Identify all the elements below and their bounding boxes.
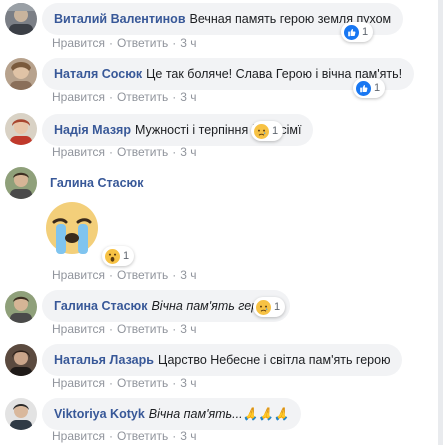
separator-dot: ·	[108, 268, 113, 282]
reply-link[interactable]: Ответить	[117, 90, 168, 104]
comment-author[interactable]: Наталья Лазарь	[54, 353, 154, 367]
sad-icon	[254, 123, 269, 139]
timestamp-link[interactable]: 3 ч	[180, 145, 196, 159]
comment-author[interactable]: Галина Стасюк	[54, 299, 147, 313]
timestamp-link[interactable]: 3 ч	[180, 429, 196, 443]
reaction-count: 1	[374, 82, 381, 94]
sad-icon	[256, 299, 271, 315]
timestamp-link[interactable]: 3 ч	[180, 90, 196, 104]
reaction-count: 1	[274, 301, 281, 313]
timestamp-link[interactable]: 3 ч	[180, 268, 196, 282]
avatar[interactable]	[5, 58, 37, 90]
reaction-badge[interactable]: 1	[253, 297, 286, 317]
reply-link[interactable]: Ответить	[117, 145, 168, 159]
reaction-count: 1	[362, 26, 369, 38]
reaction-badge[interactable]: 1	[353, 78, 386, 98]
reaction-badge[interactable]: 1	[341, 22, 374, 42]
like-icon	[356, 80, 371, 96]
comment-text: Царство Небесне і світла пам'ять герою	[157, 353, 391, 367]
like-link[interactable]: Нравится	[52, 90, 105, 104]
separator-dot: ·	[172, 376, 177, 390]
timestamp-link[interactable]: 3 ч	[180, 376, 196, 390]
reply-link[interactable]: Ответить	[117, 376, 168, 390]
separator-dot: ·	[172, 90, 177, 104]
like-link[interactable]: Нравится	[52, 268, 105, 282]
reply-link[interactable]: Ответить	[117, 322, 168, 336]
reply-link[interactable]: Ответить	[117, 36, 168, 50]
reply-link[interactable]: Ответить	[117, 268, 168, 282]
separator-dot: ·	[108, 376, 113, 390]
scrollbar[interactable]	[438, 0, 443, 445]
separator-dot: ·	[172, 36, 177, 50]
comment-author[interactable]: Галина Стасюк	[50, 176, 143, 190]
separator-dot: ·	[108, 90, 113, 104]
comment-author[interactable]: Viktoriya Kotyk	[54, 407, 145, 421]
separator-dot: ·	[172, 322, 177, 336]
timestamp-link[interactable]: 3 ч	[180, 322, 196, 336]
separator-dot: ·	[108, 36, 113, 50]
separator-dot: ·	[108, 145, 113, 159]
like-link[interactable]: Нравится	[52, 376, 105, 390]
reaction-badge[interactable]: 1	[251, 121, 284, 141]
comment-author[interactable]: Надія Мазяр	[54, 123, 131, 137]
timestamp-link[interactable]: 3 ч	[180, 36, 196, 50]
reply-link[interactable]: Ответить	[117, 429, 168, 443]
avatar[interactable]	[5, 167, 37, 199]
crying-face-sticker[interactable]	[44, 200, 100, 256]
like-link[interactable]: Нравится	[52, 145, 105, 159]
comment-actions: Нравится · Ответить · 3 ч	[52, 145, 197, 159]
reaction-badge[interactable]: 1	[102, 246, 135, 266]
comment-actions: Нравится · Ответить · 3 ч	[52, 268, 197, 282]
comment-actions: Нравится · Ответить · 3 ч	[52, 36, 197, 50]
reaction-count: 1	[123, 250, 130, 262]
like-link[interactable]: Нравится	[52, 322, 105, 336]
avatar[interactable]	[5, 291, 37, 323]
avatar[interactable]	[5, 344, 37, 376]
comment-bubble: Галина Стасюк	[42, 166, 159, 200]
separator-dot: ·	[172, 268, 177, 282]
avatar[interactable]	[5, 398, 37, 430]
comment-actions: Нравится · Ответить · 3 ч	[52, 429, 197, 443]
comment-author[interactable]: Виталий Валентинов	[54, 12, 186, 26]
like-icon	[344, 24, 359, 40]
like-link[interactable]: Нравится	[52, 429, 105, 443]
avatar[interactable]	[5, 3, 37, 35]
separator-dot: ·	[108, 322, 113, 336]
comment-author[interactable]: Наталя Сосюк	[54, 67, 142, 81]
comment-actions: Нравится · Ответить · 3 ч	[52, 322, 197, 336]
separator-dot: ·	[172, 429, 177, 443]
comment-text: Вічна пам'ять...🙏🙏🙏	[148, 407, 290, 421]
like-link[interactable]: Нравится	[52, 36, 105, 50]
avatar[interactable]	[5, 113, 37, 145]
comment-bubble: Наталья Лазарь Царство Небесне і світла п…	[42, 344, 403, 376]
comment-actions: Нравится · Ответить · 3 ч	[52, 376, 197, 390]
separator-dot: ·	[108, 429, 113, 443]
reaction-count: 1	[272, 125, 279, 137]
wow-icon	[105, 248, 120, 264]
separator-dot: ·	[172, 145, 177, 159]
comment-bubble: Viktoriya Kotyk Вічна пам'ять...🙏🙏🙏	[42, 398, 302, 430]
comment-actions: Нравится · Ответить · 3 ч	[52, 90, 197, 104]
